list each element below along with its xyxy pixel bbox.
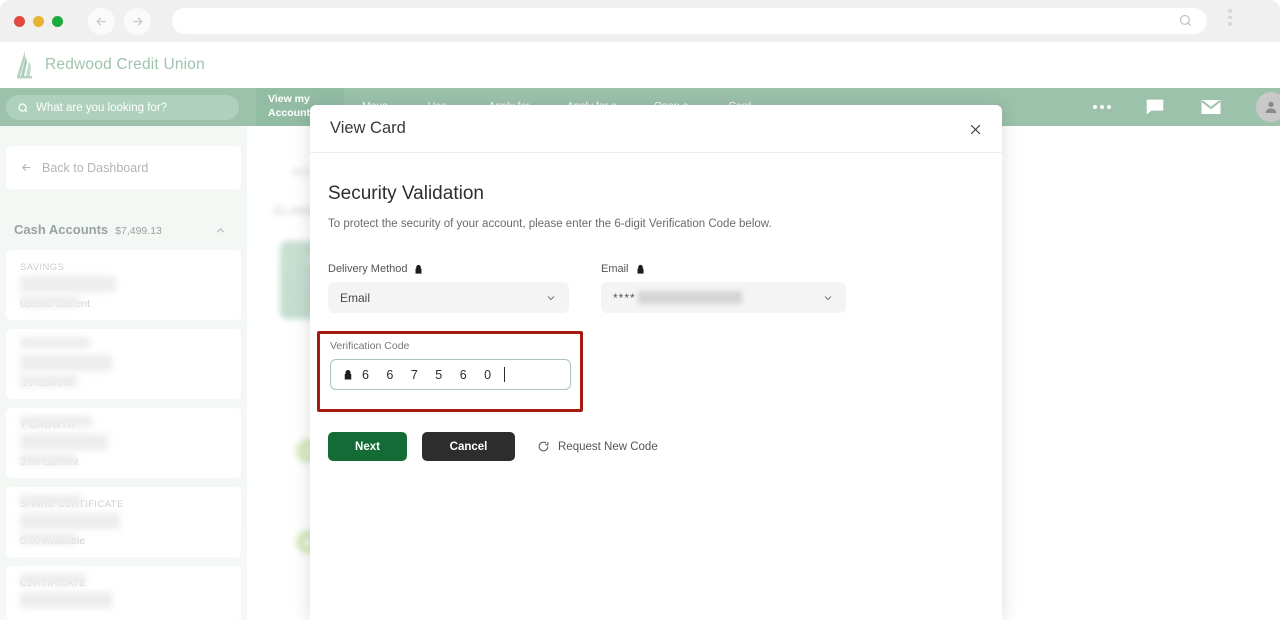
modal-actions: Next Cancel Request New Code: [328, 432, 658, 461]
chevron-down-icon: [822, 292, 834, 307]
back-button[interactable]: [88, 7, 115, 35]
brand-name: Redwood Credit Union: [45, 56, 205, 73]
user-icon: [1265, 101, 1277, 113]
dot: [1107, 105, 1111, 109]
accounts-sidebar: Back to Dashboard Cash Accounts $7,499.1…: [0, 126, 247, 620]
back-to-dashboard-label: Back to Dashboard: [42, 160, 149, 175]
lock-icon: [344, 369, 352, 379]
chat-icon[interactable]: [1144, 96, 1166, 118]
close-window-button[interactable]: [14, 15, 25, 27]
list-item[interactable]: .27 Current: [6, 329, 241, 399]
verification-code-label: Verification Code: [330, 340, 410, 352]
verification-code-input[interactable]: 6 6 7 5 6 0: [330, 359, 571, 390]
redacted-value: [20, 454, 76, 465]
browser-menu-button[interactable]: [1228, 9, 1232, 26]
browser-toolbar: [0, 0, 1280, 42]
delivery-method-label: Delivery Method: [328, 263, 408, 275]
dot: [1100, 105, 1104, 109]
back-to-dashboard-link[interactable]: Back to Dashboard: [6, 146, 241, 189]
header-icon-group: [1093, 88, 1280, 126]
modal-description: To protect the security of your account,…: [328, 218, 772, 230]
redacted-value: [20, 513, 120, 529]
list-item[interactable]: SHARE CERTIFICATE 0.00 Available: [6, 487, 241, 557]
email-masked-value: ****: [613, 291, 742, 305]
dot: [1093, 105, 1097, 109]
delivery-method-value: Email: [340, 290, 371, 305]
redacted-value: [20, 355, 112, 371]
browser-nav-buttons: [88, 7, 151, 35]
lock-icon: [416, 264, 422, 274]
address-bar[interactable]: [172, 8, 1207, 34]
site-logo-bar: Redwood Credit Union: [0, 42, 1280, 88]
cash-accounts-header[interactable]: Cash Accounts $7,499.13: [14, 222, 236, 237]
kebab-dot: [1228, 15, 1232, 19]
list-item[interactable]: SAVINGS 056.86 Current: [6, 250, 241, 320]
arrow-left-icon: [21, 163, 31, 172]
search-input[interactable]: What are you looking for?: [6, 95, 239, 120]
page-title: Security Validation: [328, 183, 484, 204]
delivery-method-select[interactable]: Email: [328, 282, 569, 313]
maximize-window-button[interactable]: [52, 15, 63, 27]
modal-body: Security Validation To protect the secur…: [310, 153, 1002, 313]
redwood-tree-logo: [17, 51, 32, 79]
minimize-window-button[interactable]: [33, 15, 44, 27]
email-field: Email ****: [601, 263, 846, 313]
redacted-value: [20, 574, 86, 585]
page-content: Back to Dashboard Cash Accounts $7,499.1…: [0, 105, 1280, 620]
cash-accounts-total: $7,499.13: [115, 225, 162, 237]
email-label-row: Email: [601, 263, 846, 275]
delivery-method-label-row: Delivery Method: [328, 263, 569, 275]
redacted-value: [20, 495, 82, 506]
redacted-email: [637, 291, 742, 304]
delivery-method-field: Delivery Method Email: [328, 263, 569, 313]
modal-title: View Card: [330, 119, 406, 137]
request-new-code-button[interactable]: Request New Code: [537, 440, 658, 453]
chevron-up-icon[interactable]: [214, 224, 227, 242]
kebab-dot: [1228, 22, 1232, 26]
list-item[interactable]: CERTIFICATE: [6, 566, 241, 620]
mail-icon[interactable]: [1199, 95, 1223, 119]
app-root: Redwood Credit Union What are you lookin…: [0, 0, 1280, 620]
redacted-value: [20, 276, 116, 292]
card-status: Acti: [292, 166, 311, 178]
window-traffic-lights: [14, 15, 63, 27]
cancel-button[interactable]: Cancel: [422, 432, 515, 461]
redacted-value: [20, 434, 108, 450]
search-placeholder: What are you looking for?: [36, 101, 168, 114]
arrow-left-icon: [96, 16, 106, 26]
modal-header: View Card: [310, 105, 1002, 153]
text-caret: [504, 367, 506, 382]
forward-button[interactable]: [124, 7, 151, 35]
chevron-down-icon: [545, 292, 557, 307]
email-label: Email: [601, 263, 629, 275]
redacted-value: [20, 375, 78, 386]
redacted-value: [20, 592, 112, 608]
cash-accounts-title: Cash Accounts: [14, 222, 109, 237]
request-new-code-label: Request New Code: [558, 440, 658, 453]
email-mask: ****: [613, 290, 636, 305]
view-card-modal: View Card Security Validation To protect…: [310, 105, 1002, 620]
list-item[interactable]: T GROWTH 3.00 Current: [6, 408, 241, 478]
search-icon: [18, 102, 28, 112]
search-icon: [1178, 13, 1193, 33]
brand-logo[interactable]: Redwood Credit Union: [14, 50, 205, 80]
redacted-value: [20, 416, 92, 427]
close-icon[interactable]: [966, 120, 984, 138]
arrow-right-icon: [133, 16, 143, 26]
next-button[interactable]: Next: [328, 432, 407, 461]
account-name: SAVINGS: [20, 262, 65, 273]
more-dots-icon[interactable]: [1093, 105, 1111, 109]
refresh-icon: [538, 441, 549, 452]
redacted-value: [20, 337, 90, 348]
email-select[interactable]: ****: [601, 282, 846, 313]
verification-code-field: Verification Code 6 6 7 5 6 0: [330, 340, 571, 390]
redacted-value: [20, 533, 76, 544]
verification-code-value: 6 6 7 5 6 0: [362, 367, 499, 382]
lock-icon: [637, 264, 643, 274]
avatar[interactable]: [1256, 92, 1280, 122]
redacted-value: [20, 296, 80, 307]
kebab-dot: [1228, 9, 1232, 13]
delivery-fields-row: Delivery Method Email Email ****: [328, 263, 982, 313]
